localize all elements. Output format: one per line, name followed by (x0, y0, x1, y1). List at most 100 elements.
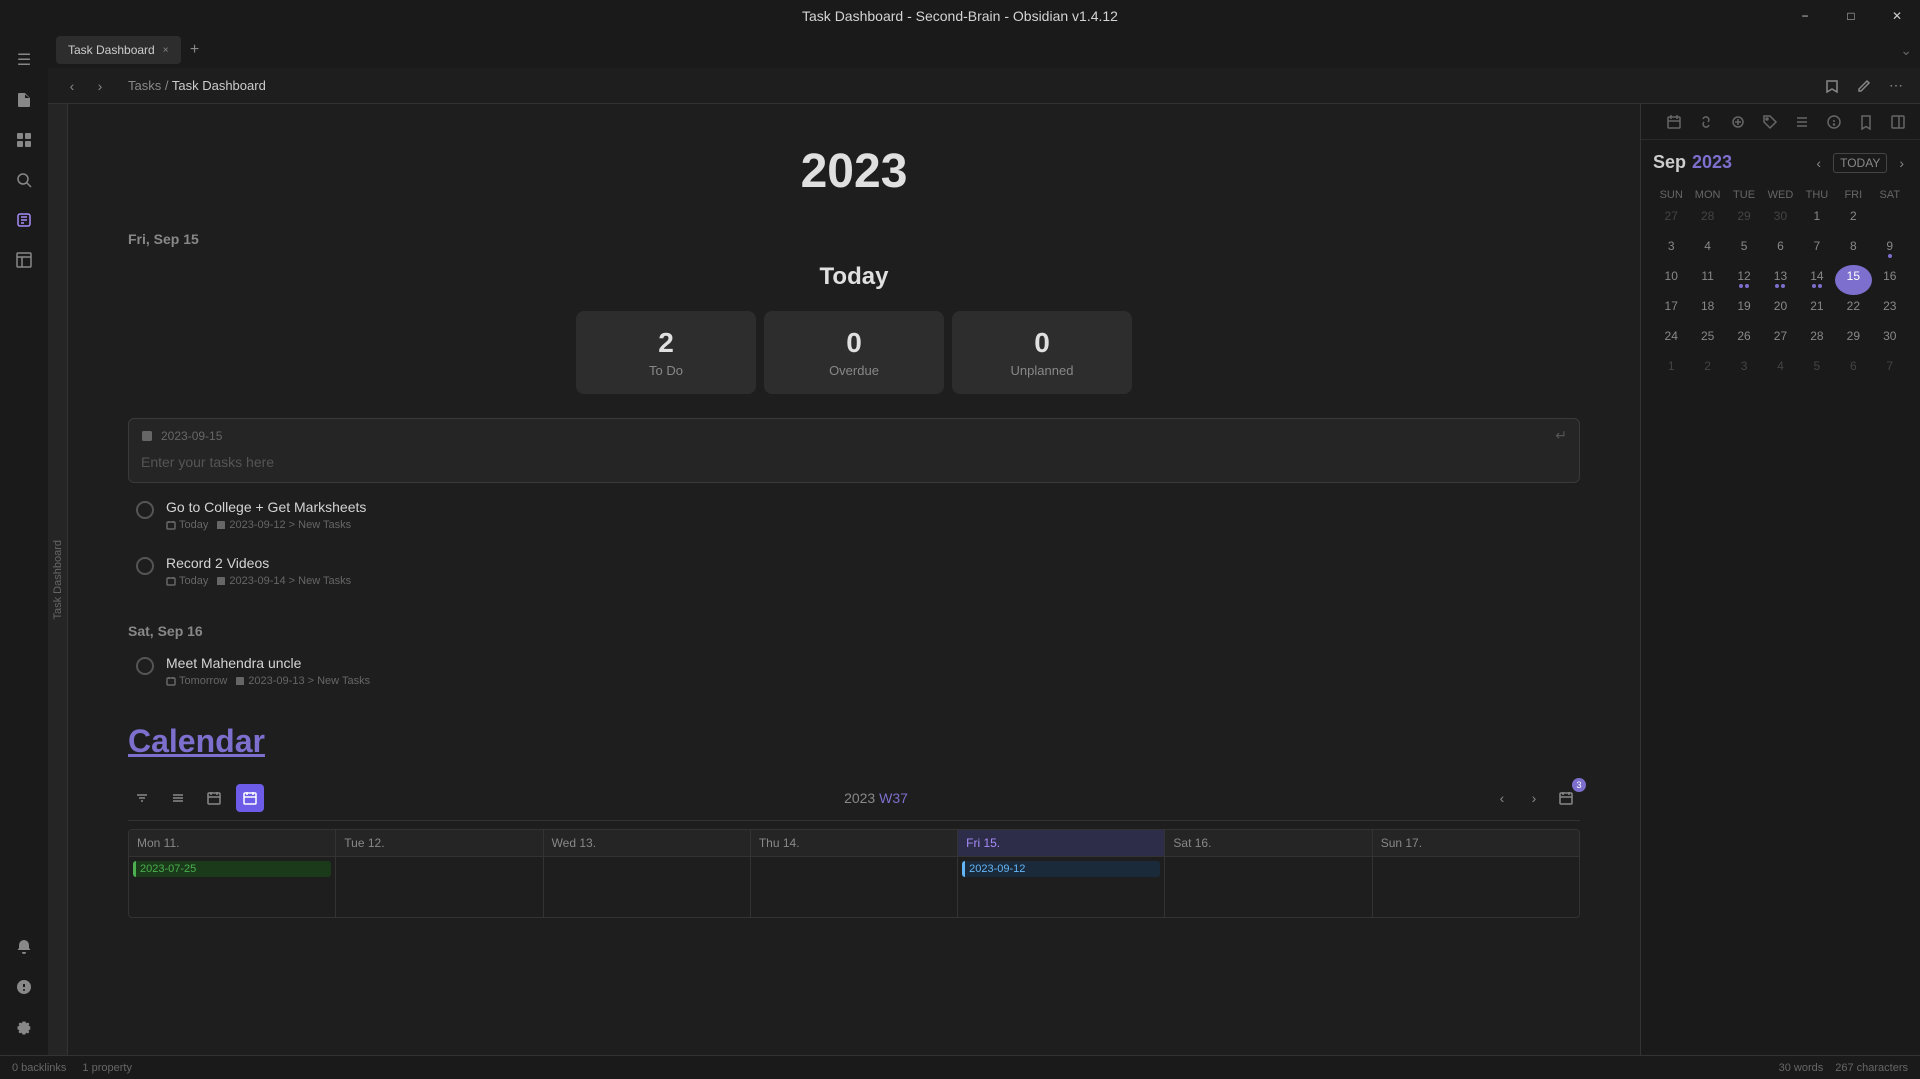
mini-cal-day[interactable]: 3 (1726, 355, 1762, 385)
sidebar-icon-search[interactable] (6, 162, 42, 198)
mini-cal-day[interactable]: 6 (1762, 235, 1798, 265)
mini-cal-day[interactable]: 11 (1689, 265, 1725, 295)
rs-toc-icon[interactable] (1788, 108, 1816, 136)
rs-close-panel-icon[interactable] (1884, 108, 1912, 136)
mini-cal-day[interactable]: 18 (1689, 295, 1725, 325)
mini-cal-day[interactable]: 16 (1872, 265, 1908, 295)
mini-cal-day[interactable]: 2 (1835, 205, 1871, 235)
status-bar: 0 backlinks 1 property 30 words 267 char… (0, 1055, 1920, 1079)
cal-event-2[interactable]: 2023-09-12 (962, 861, 1160, 877)
mini-cal-day[interactable]: 17 (1653, 295, 1689, 325)
sidebar-icon-open[interactable]: ☰ (6, 42, 42, 78)
mini-cal-day[interactable]: 4 (1762, 355, 1798, 385)
mini-cal-day[interactable]: 2 (1689, 355, 1725, 385)
mini-cal-day[interactable]: 9 (1872, 235, 1908, 265)
col-thu: THU (1799, 185, 1835, 205)
maximize-button[interactable]: □ (1828, 0, 1874, 32)
mini-cal-day[interactable]: 25 (1689, 325, 1725, 355)
task-checkbox-2[interactable] (136, 557, 154, 575)
mini-cal-day[interactable]: 5 (1799, 355, 1835, 385)
dropdown-arrow[interactable]: ⌄ (1900, 42, 1912, 59)
rs-bookmarks-icon[interactable] (1852, 108, 1880, 136)
sidebar-icon-settings[interactable] (6, 1009, 42, 1045)
mini-cal-day[interactable]: 29 (1835, 325, 1871, 355)
cal-list-button[interactable] (164, 784, 192, 812)
mini-cal-day[interactable]: 29 (1726, 205, 1762, 235)
mini-cal-day[interactable]: 28 (1799, 325, 1835, 355)
mini-cal-day[interactable]: 12 (1726, 265, 1762, 295)
sidebar-icon-help[interactable] (6, 969, 42, 1005)
mini-cal-day[interactable]: 14 (1799, 265, 1835, 295)
mini-cal-day[interactable]: 7 (1872, 355, 1908, 385)
task-2-meta-date: Today (179, 575, 208, 587)
mini-cal-day[interactable]: 6 (1835, 355, 1871, 385)
mini-cal-next-button[interactable]: › (1895, 153, 1908, 173)
mini-cal-day[interactable]: 30 (1872, 325, 1908, 355)
nav-forward-button[interactable]: › (88, 74, 112, 98)
breadcrumb: Tasks / Task Dashboard (128, 78, 266, 93)
nav-back-button[interactable]: ‹ (60, 74, 84, 98)
bookmark-icon[interactable] (1820, 74, 1844, 98)
rs-properties-icon[interactable] (1820, 108, 1848, 136)
cal-prev-button[interactable]: ‹ (1488, 784, 1516, 812)
sidebar-icon-tasks[interactable] (6, 202, 42, 238)
cal-next-button[interactable]: › (1520, 784, 1548, 812)
rs-outlinks-icon[interactable] (1724, 108, 1752, 136)
mini-cal-today-button[interactable]: TODAY (1833, 153, 1887, 173)
mini-cal-day[interactable]: 26 (1726, 325, 1762, 355)
mini-cal-day[interactable]: 21 (1799, 295, 1835, 325)
cal-week-button[interactable] (236, 784, 264, 812)
mini-cal-day[interactable]: 27 (1762, 325, 1798, 355)
mini-cal-day[interactable]: 24 (1653, 325, 1689, 355)
mini-cal-day[interactable]: 15 (1835, 265, 1871, 295)
sidebar-icon-notification[interactable] (6, 929, 42, 965)
mini-cal-day[interactable]: 13 (1762, 265, 1798, 295)
sidebar-icon-table[interactable] (6, 242, 42, 278)
mini-cal-day[interactable]: 30 (1762, 205, 1798, 235)
rs-calendar-icon[interactable] (1660, 108, 1688, 136)
editor-pane[interactable]: 2023 Fri, Sep 15 Today 2 To Do 0 Overdue (68, 104, 1640, 1055)
task-input-area[interactable]: 2023-09-15 ↵ Enter your tasks here (128, 418, 1580, 483)
stat-label-todo: To Do (608, 363, 724, 378)
task-checkbox-sat1[interactable] (136, 657, 154, 675)
breadcrumb-parent[interactable]: Tasks (128, 78, 161, 93)
mini-cal-day[interactable]: 1 (1653, 355, 1689, 385)
mini-cal-day[interactable]: 19 (1726, 295, 1762, 325)
status-backlinks[interactable]: 0 backlinks (12, 1062, 66, 1074)
mini-cal-day[interactable]: 23 (1872, 295, 1908, 325)
mini-cal-day[interactable]: 4 (1689, 235, 1725, 265)
tab-strip: Task Dashboard × + ⌄ (48, 32, 1920, 68)
mini-cal-day[interactable]: 22 (1835, 295, 1871, 325)
close-button[interactable]: ✕ (1874, 0, 1920, 32)
task-1-meta-file: 2023-09-12 > New Tasks (229, 519, 351, 531)
mini-cal-day[interactable]: 1 (1799, 205, 1835, 235)
task-input-placeholder[interactable]: Enter your tasks here (141, 450, 1567, 474)
tab-add-button[interactable]: + (181, 36, 209, 64)
sidebar-icon-newfile[interactable] (6, 82, 42, 118)
task-checkbox-1[interactable] (136, 501, 154, 519)
mini-cal-day[interactable]: 8 (1835, 235, 1871, 265)
more-options-icon[interactable]: ⋯ (1884, 74, 1908, 98)
minimize-button[interactable]: − (1782, 0, 1828, 32)
calendar-link[interactable]: Calendar (128, 723, 1580, 760)
mini-cal-day[interactable]: 28 (1689, 205, 1725, 235)
mini-cal-day[interactable]: 27 (1653, 205, 1689, 235)
edit-icon[interactable] (1852, 74, 1876, 98)
mini-cal-day[interactable]: 5 (1726, 235, 1762, 265)
mini-cal-prev-button[interactable]: ‹ (1812, 153, 1825, 173)
tab-task-dashboard[interactable]: Task Dashboard × (56, 36, 181, 64)
mini-cal-day[interactable]: 3 (1653, 235, 1689, 265)
rs-tags-icon[interactable] (1756, 108, 1784, 136)
tab-close-icon[interactable]: × (163, 45, 169, 56)
status-property[interactable]: 1 property (82, 1062, 132, 1074)
cal-event-1[interactable]: 2023-07-25 (133, 861, 331, 877)
mini-cal-day[interactable]: 20 (1762, 295, 1798, 325)
mini-cal-day[interactable]: 7 (1799, 235, 1835, 265)
calendar-week: Mon 11. 2023-07-25 Tue 12. Wed 13. (128, 829, 1580, 918)
mini-cal-day[interactable]: 10 (1653, 265, 1689, 295)
cal-filter-button[interactable] (128, 784, 156, 812)
rs-backlinks-icon[interactable] (1692, 108, 1720, 136)
sidebar-icon-dashboard[interactable] (6, 122, 42, 158)
cal-month-button[interactable] (200, 784, 228, 812)
cal-week-label: 2023 W37 (844, 790, 908, 806)
